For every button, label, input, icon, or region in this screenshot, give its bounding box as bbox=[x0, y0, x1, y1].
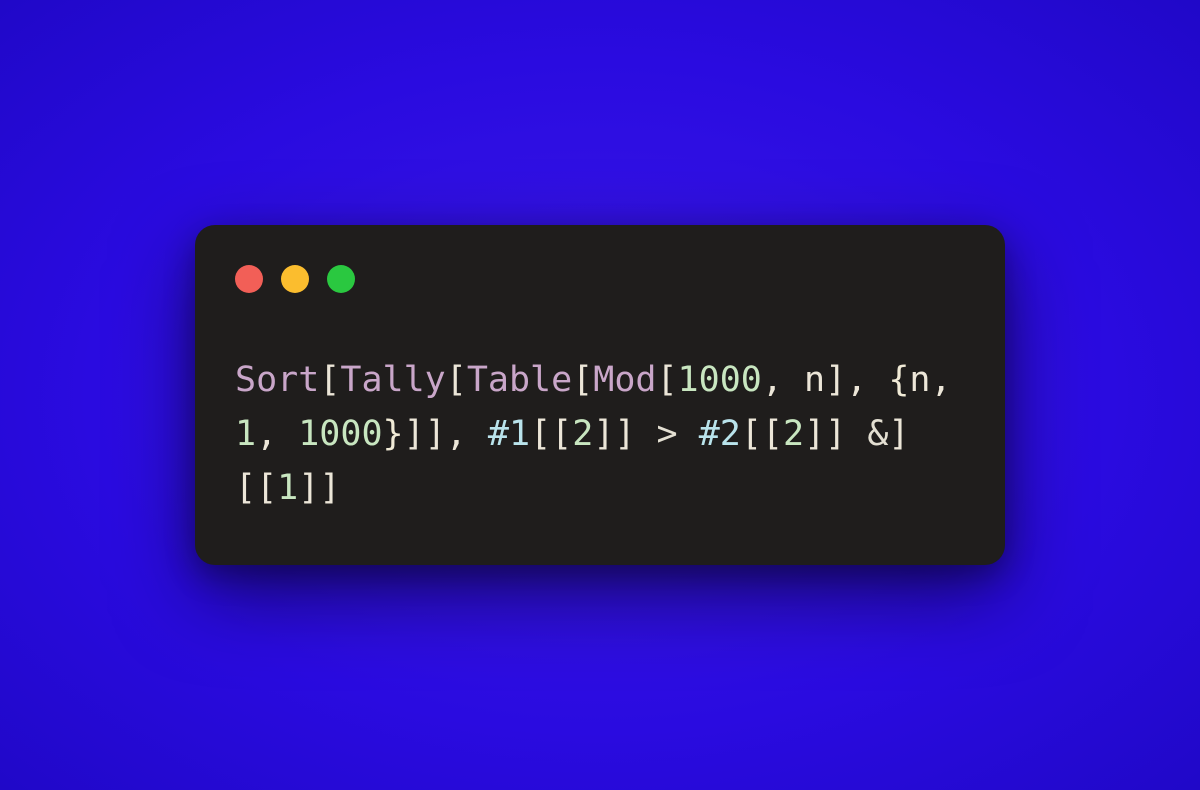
bracket-open: [ bbox=[319, 360, 340, 400]
var-n: n bbox=[804, 360, 825, 400]
bracket-open: [ bbox=[256, 468, 277, 508]
bracket-close: ] bbox=[404, 414, 425, 454]
bracket-open: [ bbox=[656, 360, 677, 400]
bracket-close: ] bbox=[825, 360, 846, 400]
comma: , bbox=[446, 414, 488, 454]
operator-gt: > bbox=[657, 414, 678, 454]
code-block: Sort[Tally[Table[Mod[1000, n], {n, 1, 10… bbox=[235, 353, 965, 516]
bracket-close: ] bbox=[298, 468, 319, 508]
operator-amp: & bbox=[867, 414, 888, 454]
comma: , bbox=[846, 360, 888, 400]
brace-open: { bbox=[888, 360, 909, 400]
bracket-open: [ bbox=[762, 414, 783, 454]
space bbox=[846, 414, 867, 454]
brace-close: } bbox=[383, 414, 404, 454]
bracket-close: ] bbox=[804, 414, 825, 454]
number-2: 2 bbox=[783, 414, 804, 454]
token-sort: Sort bbox=[235, 360, 319, 400]
bracket-close: ] bbox=[888, 414, 909, 454]
slot-1: #1 bbox=[488, 414, 530, 454]
zoom-icon[interactable] bbox=[327, 265, 355, 293]
close-icon[interactable] bbox=[235, 265, 263, 293]
space bbox=[678, 414, 699, 454]
number-1: 1 bbox=[235, 414, 256, 454]
token-mod: Mod bbox=[593, 360, 656, 400]
comma: , bbox=[256, 414, 298, 454]
code-window: Sort[Tally[Table[Mod[1000, n], {n, 1, 10… bbox=[195, 225, 1005, 566]
slot-2: #2 bbox=[699, 414, 741, 454]
bracket-open: [ bbox=[235, 468, 256, 508]
token-table: Table bbox=[467, 360, 572, 400]
bracket-open: [ bbox=[572, 360, 593, 400]
bracket-close: ] bbox=[593, 414, 614, 454]
number-2: 2 bbox=[572, 414, 593, 454]
bracket-open: [ bbox=[741, 414, 762, 454]
bracket-close: ] bbox=[614, 414, 635, 454]
minimize-icon[interactable] bbox=[281, 265, 309, 293]
bracket-close: ] bbox=[825, 414, 846, 454]
bracket-close: ] bbox=[425, 414, 446, 454]
var-n: n bbox=[909, 360, 930, 400]
number-1000: 1000 bbox=[678, 360, 762, 400]
number-1000: 1000 bbox=[298, 414, 382, 454]
space bbox=[635, 414, 656, 454]
comma: , bbox=[930, 360, 972, 400]
bracket-open: [ bbox=[446, 360, 467, 400]
token-tally: Tally bbox=[340, 360, 445, 400]
bracket-open: [ bbox=[551, 414, 572, 454]
comma: , bbox=[762, 360, 804, 400]
window-controls bbox=[235, 265, 965, 293]
bracket-close: ] bbox=[319, 468, 340, 508]
number-1: 1 bbox=[277, 468, 298, 508]
bracket-open: [ bbox=[530, 414, 551, 454]
